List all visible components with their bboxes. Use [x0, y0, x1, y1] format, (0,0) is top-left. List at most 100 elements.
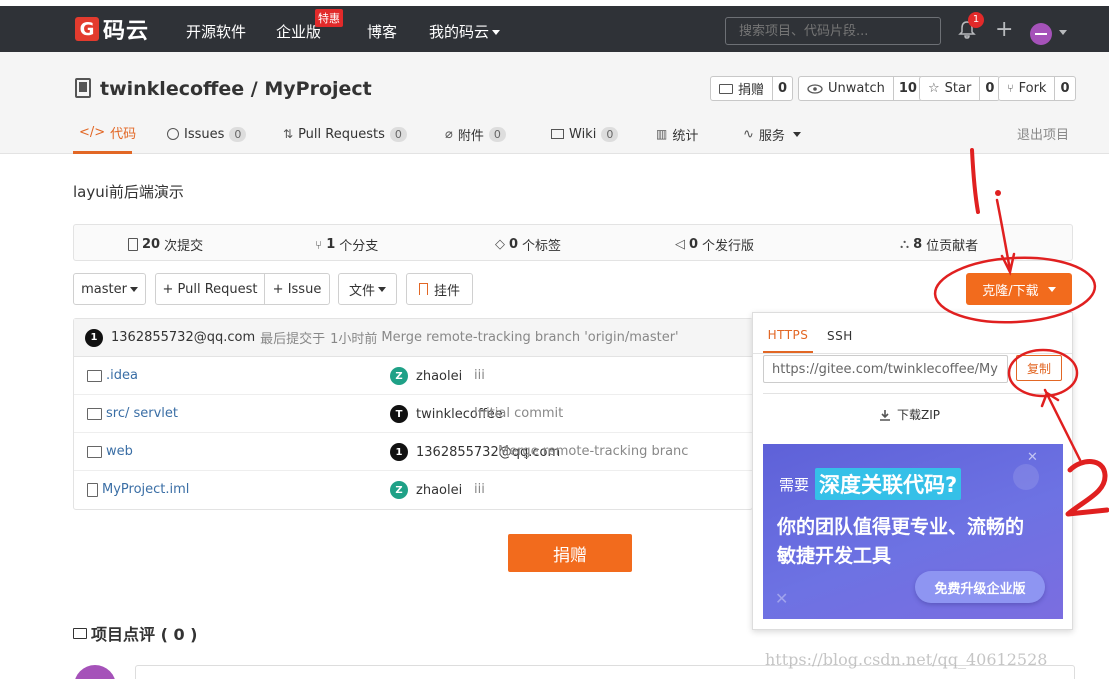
contributors-number: 8 — [913, 237, 923, 252]
tab-wiki[interactable]: Wiki 0 — [551, 114, 619, 154]
promo-headline: 需要 深度关联代码? — [779, 468, 962, 500]
chevron-down-icon — [129, 286, 138, 292]
commits-label: 次提交 — [164, 239, 204, 254]
eye-icon — [807, 83, 823, 94]
tab-services-label: 服务 — [758, 128, 785, 144]
commit-message[interactable]: Merge remote-tracking branch 'origin/mas… — [381, 330, 678, 345]
widget-button[interactable]: 挂件 — [406, 273, 473, 305]
author-avatar[interactable]: Z — [390, 481, 408, 499]
search-input[interactable] — [725, 17, 941, 45]
donate-button[interactable]: 捐赠 — [508, 534, 632, 572]
logo-g-icon: G — [75, 17, 99, 41]
wiki-icon — [551, 129, 564, 139]
table-row[interactable]: src/ servlet Ttwinklecoffee Initial comm… — [74, 395, 752, 433]
author-avatar[interactable]: T — [390, 405, 408, 423]
stat-branches[interactable]: ⑂ 1 个分支 — [315, 235, 378, 254]
file-commit-message[interactable]: Initial commit — [474, 406, 563, 421]
tab-code-label: 代码 — [110, 127, 137, 142]
nav-blog[interactable]: 博客 — [367, 21, 397, 42]
enterprise-promo-banner[interactable]: ✕ ✕ 需要 深度关联代码? 你的团队值得更专业、流畅的 敏捷开发工具 免费升级… — [763, 444, 1063, 619]
tab-code[interactable]: </> 代码 — [73, 114, 136, 154]
nav-my-gitee[interactable]: 我的码云 — [429, 21, 501, 42]
tab-https[interactable]: HTTPS — [763, 319, 813, 353]
file-menu-button[interactable]: 文件 — [338, 273, 397, 305]
project-title[interactable]: twinklecoffee / MyProject — [100, 78, 372, 100]
gitee-logo[interactable]: G 码云 — [75, 16, 150, 44]
branch-icon: ⑂ — [315, 237, 323, 252]
stat-commits[interactable]: 20 次提交 — [128, 235, 203, 254]
commit-time: 1小时前 — [330, 332, 378, 347]
file-commit-message[interactable]: Merge remote-tracking branc — [498, 444, 688, 459]
star-button[interactable]: ☆ Star 0 — [919, 76, 1001, 101]
donate-header-button[interactable]: 捐赠 0 — [710, 76, 794, 101]
file-commit-message[interactable]: iii — [474, 368, 485, 383]
annotation-step2-number — [1065, 459, 1109, 517]
nav-open-source[interactable]: 开源软件 — [186, 21, 246, 42]
folder-icon — [87, 445, 102, 458]
upgrade-enterprise-button[interactable]: 免费升级企业版 — [915, 571, 1045, 603]
download-zip-button[interactable]: 下载ZIP — [879, 406, 940, 423]
file-commit-message[interactable]: iii — [474, 482, 485, 497]
download-zip-label: 下载ZIP — [897, 408, 940, 422]
divider — [763, 393, 1062, 394]
review-title-text: 项目点评 ( 0 ) — [91, 625, 198, 644]
issue-button[interactable]: + Issue — [264, 273, 330, 305]
tab-ssh[interactable]: SSH — [827, 319, 853, 353]
tags-number: 0 — [509, 237, 519, 252]
user-avatar[interactable] — [1030, 23, 1052, 45]
promo-highlight: 深度关联代码? — [815, 468, 962, 500]
plus-icon[interactable]: + — [995, 19, 1013, 41]
releases-label: 个发行版 — [702, 239, 755, 254]
decorative-cross-icon: ✕ — [775, 589, 789, 608]
release-icon: ◁ — [675, 237, 685, 252]
file-author[interactable]: zhaolei — [416, 483, 462, 498]
clone-download-button[interactable]: 克隆/下载 — [966, 273, 1072, 305]
attachments-count: 0 — [488, 126, 506, 142]
logo-text: 码云 — [103, 19, 150, 44]
commit-author[interactable]: 1362855732@qq.com — [111, 330, 255, 345]
stat-releases[interactable]: ◁ 0 个发行版 — [675, 235, 754, 254]
author-avatar[interactable]: Z — [390, 367, 408, 385]
tab-pull-requests[interactable]: ⇅ Pull Requests 0 — [283, 114, 407, 154]
file-name[interactable]: web — [106, 444, 133, 459]
file-name[interactable]: .idea — [106, 368, 138, 383]
fork-label: Fork — [1018, 81, 1047, 96]
clone-url-field[interactable] — [763, 355, 1008, 383]
pull-request-button[interactable]: + Pull Request — [155, 273, 265, 305]
tab-divider — [753, 353, 1072, 354]
star-icon: ☆ — [928, 81, 940, 96]
file-author[interactable]: zhaolei — [416, 369, 462, 384]
table-row[interactable]: web 1 1362855732@qq.com Merge remote-trac… — [74, 433, 752, 471]
tab-stats[interactable]: ▥ 统计 — [656, 114, 698, 154]
chevron-down-icon — [1047, 286, 1056, 292]
folder-icon — [87, 407, 102, 420]
fork-button[interactable]: ⑂ Fork 0 — [998, 76, 1076, 101]
pr-count: 0 — [389, 126, 407, 142]
file-name[interactable]: MyProject.iml — [102, 482, 189, 497]
table-row[interactable]: .idea Zzhaolei iii — [74, 357, 752, 395]
star-count: 0 — [979, 77, 999, 100]
stat-contributors[interactable]: ⛬ 8 位贡献者 — [900, 235, 978, 254]
branch-select[interactable]: master — [73, 273, 146, 305]
avatar-chevron-icon[interactable] — [1059, 30, 1067, 35]
tab-issues[interactable]: Issues 0 — [167, 114, 247, 154]
repo-icon — [75, 78, 91, 98]
commit-author-avatar[interactable]: 1 — [85, 328, 103, 347]
exit-project-link[interactable]: 退出项目 — [1017, 124, 1069, 143]
table-row[interactable]: MyProject.iml Zzhaolei iii — [74, 471, 752, 509]
tab-attachments[interactable]: ⌀ 附件 0 — [445, 114, 506, 154]
paperclip-icon: ⌀ — [445, 126, 453, 142]
author-avatar[interactable]: 1 — [390, 443, 408, 461]
commit-text: 最后提交于 — [260, 332, 326, 347]
branches-number: 1 — [326, 237, 336, 252]
watch-count: 10 — [892, 77, 922, 100]
project-header: twinklecoffee / MyProject 捐赠 0 Unwatch 1… — [0, 52, 1109, 154]
file-name[interactable]: src/ servlet — [106, 406, 178, 421]
folder-icon — [87, 369, 102, 382]
tab-pr-label: Pull Requests — [298, 126, 385, 142]
tab-services[interactable]: ∿ 服务 — [743, 114, 801, 154]
commits-icon — [128, 238, 138, 251]
copy-button[interactable]: 复制 — [1016, 355, 1062, 381]
unwatch-button[interactable]: Unwatch 10 — [798, 76, 923, 101]
stat-tags[interactable]: ◇ 0 个标签 — [495, 235, 561, 254]
